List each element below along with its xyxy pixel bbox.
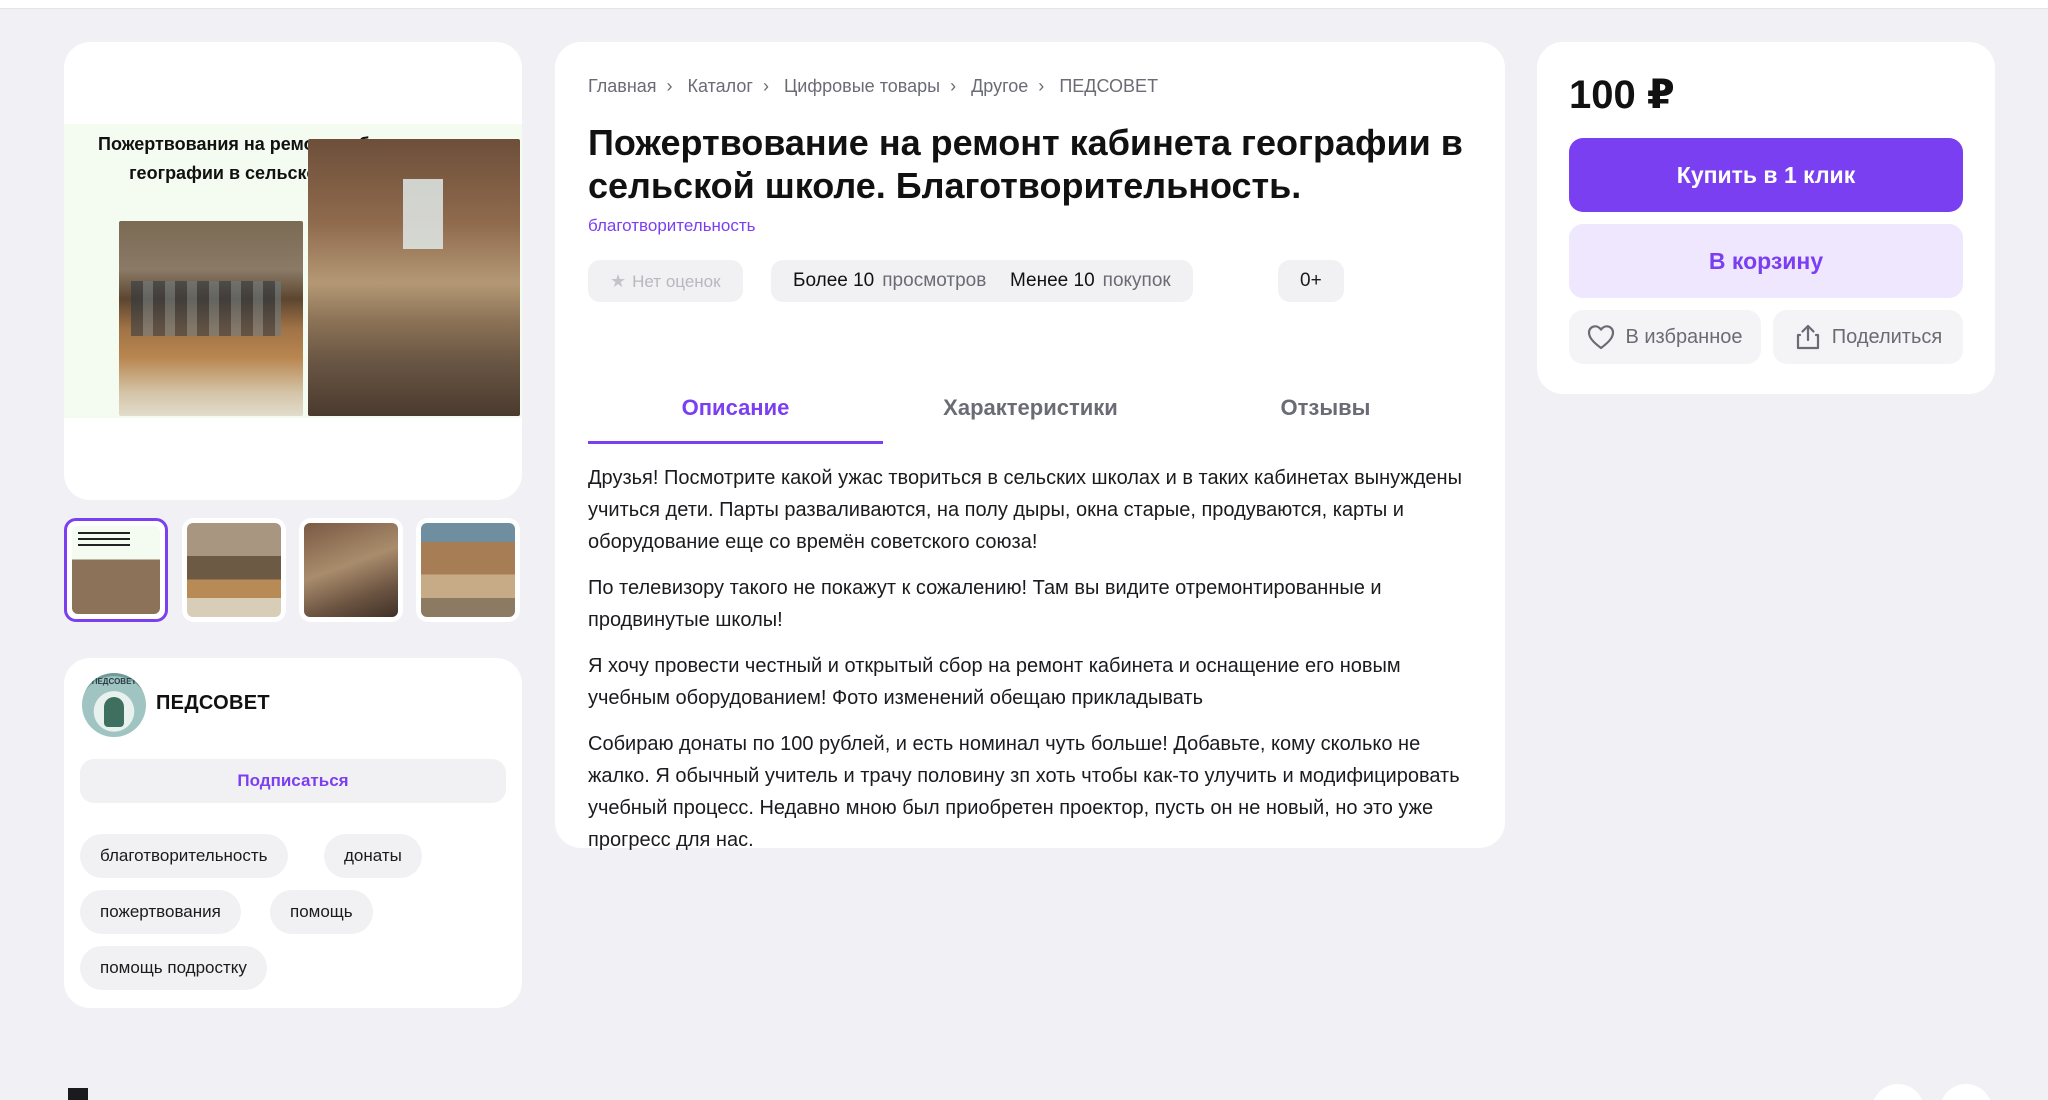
product-tabs: Описание Характеристики Отзывы — [588, 372, 1473, 444]
tab-reviews[interactable]: Отзывы — [1178, 372, 1473, 444]
views-label: просмотров — [882, 270, 987, 291]
breadcrumb-home[interactable]: Главная — [588, 76, 657, 96]
description-paragraph: Собираю донаты по 100 рублей, и есть ном… — [588, 733, 1460, 851]
views-chip: Более 10 просмотров — [771, 260, 1009, 302]
seller-name[interactable]: ПЕДСОВЕТ — [156, 692, 270, 715]
purchases-value: Менее 10 — [1010, 270, 1095, 291]
tag-donations[interactable]: донаты — [324, 834, 422, 878]
product-gallery[interactable]: Пожертвования на ремонт кабинета географ… — [64, 42, 522, 500]
share-icon — [1796, 324, 1819, 350]
price: 100 ₽ — [1569, 73, 1675, 117]
seller-avatar[interactable]: ПЕДСОВЕТ — [82, 673, 146, 737]
chevron-right-icon: › — [762, 76, 769, 96]
tag-help-teen[interactable]: помощь подростку — [80, 946, 267, 990]
breadcrumb-other[interactable]: Другое — [971, 76, 1028, 96]
description-paragraph: По телевизору такого не покажут к сожале… — [588, 577, 1382, 631]
tag-help[interactable]: помощь — [270, 890, 373, 934]
thumbnail-2[interactable] — [182, 518, 286, 622]
thumbnail-1[interactable] — [64, 518, 168, 622]
product-description: Друзья! Посмотрите какой ужас твориться … — [588, 462, 1473, 870]
thumbnail-4[interactable] — [416, 518, 520, 622]
category-link[interactable]: благотворительность — [588, 216, 756, 236]
product-main-image[interactable]: Пожертвования на ремонт кабинета географ… — [64, 124, 522, 418]
tab-characteristics[interactable]: Характеристики — [883, 372, 1178, 444]
seller-card: ПЕДСОВЕТ ПЕДСОВЕТ Подписаться благотвори… — [64, 658, 522, 1008]
breadcrumb-digital[interactable]: Цифровые товары — [784, 76, 940, 96]
chevron-right-icon: › — [950, 76, 957, 96]
purchases-label: покупок — [1102, 270, 1171, 291]
buy-one-click-button[interactable]: Купить в 1 клик — [1569, 138, 1963, 212]
tab-description[interactable]: Описание — [588, 372, 883, 444]
carousel-next-button[interactable] — [1940, 1084, 1992, 1100]
tag-donations-2[interactable]: пожертвования — [80, 890, 241, 934]
breadcrumb: Главная › Каталог › Цифровые товары › Друго… — [588, 76, 1158, 97]
subscribe-button[interactable]: Подписаться — [80, 759, 506, 803]
description-paragraph: Я хочу провести честный и открытый сбор … — [588, 655, 1401, 709]
carousel-prev-button[interactable] — [1872, 1084, 1924, 1100]
share-button[interactable]: Поделиться — [1773, 310, 1963, 364]
chevron-right-icon: › — [1038, 76, 1045, 96]
product-content: Главная › Каталог › Цифровые товары › Друго… — [555, 42, 1505, 851]
views-value: Более 10 — [793, 270, 875, 291]
age-chip: 0+ — [1278, 260, 1344, 302]
add-to-cart-button[interactable]: В корзину — [1569, 224, 1963, 298]
chevron-right-icon: › — [666, 76, 673, 96]
section-heading-fragment — [68, 1088, 88, 1100]
product-stats: ★ Нет оценок Более 10 просмотров Менее 10 п… — [588, 260, 1488, 304]
breadcrumb-catalog[interactable]: Каталог — [688, 76, 753, 96]
favorite-label: В избранное — [1625, 325, 1743, 348]
heart-icon — [1588, 325, 1615, 350]
purchases-chip: Менее 10 покупок — [988, 260, 1193, 302]
top-bar — [0, 0, 2048, 9]
share-label: Поделиться — [1831, 325, 1943, 348]
tag-charity[interactable]: благотворительность — [80, 834, 288, 878]
star-icon: ★ — [610, 271, 627, 291]
rating-chip[interactable]: ★ Нет оценок — [588, 260, 743, 302]
description-paragraph: Друзья! Посмотрите какой ужас твориться … — [588, 467, 1462, 553]
avatar-text: ПЕДСОВЕТ — [91, 677, 137, 686]
page-title: Пожертвование на ремонт кабинета географ… — [588, 122, 1463, 206]
thumbnail-3[interactable] — [299, 518, 403, 622]
purchase-panel: 100 ₽ Купить в 1 клик В корзину В избран… — [1537, 42, 1995, 394]
classroom-photo-left — [119, 221, 303, 416]
thumbnail-strip — [64, 518, 522, 624]
breadcrumb-seller[interactable]: ПЕДСОВЕТ — [1059, 76, 1158, 96]
classroom-photo-right — [308, 139, 520, 416]
rating-text: Нет оценок — [632, 272, 721, 291]
favorite-button[interactable]: В избранное — [1569, 310, 1761, 364]
